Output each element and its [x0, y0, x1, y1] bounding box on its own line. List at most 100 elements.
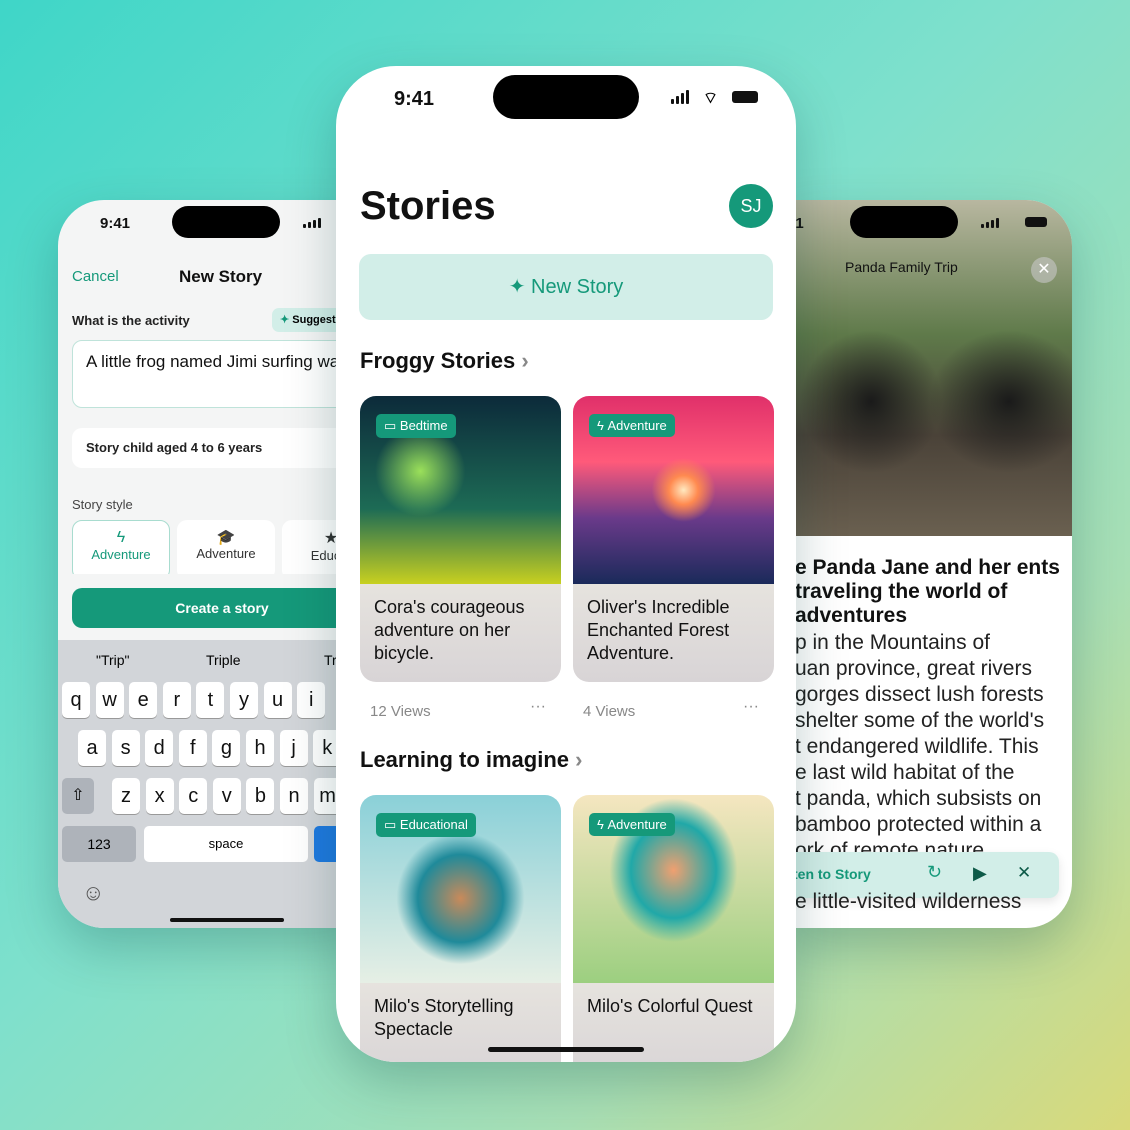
style-option-adventure-selected[interactable]: ϟ Adventure	[72, 520, 170, 580]
story-illustration	[785, 200, 1072, 536]
story-card[interactable]: ϟ Adventure Milo's Colorful Quest	[573, 795, 774, 1062]
body-line: gorges dissect lush forests	[795, 683, 1044, 706]
signal-icon	[303, 218, 321, 228]
key[interactable]: a	[78, 730, 106, 766]
page-title: Stories	[360, 184, 496, 228]
style-label: Story style	[72, 497, 133, 512]
key[interactable]: r	[162, 682, 191, 718]
replay-icon[interactable]: ↻	[927, 862, 942, 883]
close-icon[interactable]: ✕	[1031, 257, 1057, 283]
key[interactable]: n	[280, 778, 308, 814]
body-line: t panda, which subsists on	[795, 787, 1042, 810]
key[interactable]: e	[129, 682, 158, 718]
story-reader-phone: 41 Panda Family Trip ✕ e Panda Jane and …	[785, 200, 1072, 928]
emoji-icon[interactable]: ☺	[82, 880, 104, 906]
key[interactable]: y	[230, 682, 258, 718]
body-line: t endangered wildlife. This	[795, 735, 1039, 758]
create-story-button[interactable]: Create a story	[72, 588, 368, 628]
home-indicator	[488, 1047, 644, 1052]
section-title-text: Learning to imagine	[360, 747, 570, 772]
shift-key[interactable]: ⇧	[62, 778, 94, 814]
activity-label: What is the activity	[72, 313, 190, 328]
key[interactable]: d	[145, 730, 174, 766]
new-story-button[interactable]: ✦ New Story	[359, 254, 773, 320]
keyboard: "Trip" Triple Tr qwertyuiasdfghjkzxcvbnm…	[58, 640, 368, 928]
style-label-text: Adventure	[91, 547, 151, 562]
new-story-label: New Story	[531, 276, 624, 298]
bed-icon: ▭	[384, 817, 400, 832]
key[interactable]: s	[111, 730, 140, 766]
key[interactable]: t	[196, 682, 225, 718]
key[interactable]: v	[212, 778, 241, 814]
badge: ϟ Adventure	[589, 414, 675, 437]
activity-input[interactable]: A little frog named Jimi surfing wa	[72, 340, 368, 408]
body-line: uan province, great rivers	[795, 657, 1032, 680]
suggest-label: Suggest	[292, 314, 336, 326]
badge: ▭ Bedtime	[376, 414, 456, 438]
battery-icon	[732, 91, 758, 103]
style-option-adventure[interactable]: 🎓 Adventure	[177, 520, 275, 580]
key[interactable]: i	[297, 682, 326, 718]
key[interactable]: w	[95, 682, 124, 718]
suggestion[interactable]: Tr	[324, 652, 337, 668]
views-count: 4 Views	[583, 703, 636, 720]
chevron-right-icon: ›	[521, 348, 529, 373]
dynamic-island	[493, 75, 639, 119]
home-indicator	[170, 918, 284, 922]
age-field[interactable]: Story child aged 4 to 6 years	[72, 428, 368, 468]
key[interactable]: x	[145, 778, 174, 814]
key[interactable]: b	[246, 778, 275, 814]
key[interactable]: h	[246, 730, 274, 766]
views-count: 12 Views	[370, 703, 431, 720]
story-caption: Cora's courageous adventure on her bicyc…	[360, 584, 561, 682]
status-time: 9:41	[394, 88, 435, 110]
numbers-key[interactable]: 123	[62, 826, 136, 862]
story-body-continued: e little-visited wilderness	[795, 890, 1022, 913]
nav-title: New Story	[179, 267, 263, 286]
battery-icon	[1025, 217, 1047, 227]
wifi-icon: ⌔	[703, 90, 719, 107]
chevron-right-icon: ›	[575, 747, 583, 772]
story-body: p in the Mountains of uan province, great…	[795, 630, 1044, 864]
suggestion[interactable]: "Trip"	[96, 652, 130, 668]
signal-icon	[981, 218, 999, 228]
key[interactable]: g	[212, 730, 241, 766]
badge: ϟ Adventure	[589, 813, 675, 836]
sparkle-icon: ✦	[508, 276, 532, 298]
cancel-button[interactable]: Cancel	[72, 268, 119, 285]
new-story-phone: 9:41 Cancel New Story What is the activi…	[58, 200, 368, 928]
key[interactable]: f	[178, 730, 207, 766]
space-key[interactable]: space	[144, 826, 308, 862]
bed-icon: ▭	[384, 418, 400, 433]
body-line: p in the Mountains of	[795, 631, 990, 654]
close-player-icon[interactable]: ✕	[1017, 863, 1031, 883]
key[interactable]: z	[112, 778, 140, 814]
story-card[interactable]: ϟ Adventure Oliver's Incredible Enchante…	[573, 396, 774, 682]
signal-icon	[671, 90, 689, 104]
bolt-icon: ϟ	[597, 817, 608, 832]
key[interactable]: j	[279, 730, 308, 766]
section-title-learning[interactable]: Learning to imagine ›	[360, 747, 582, 773]
listen-label[interactable]: ten to Story	[793, 866, 871, 882]
story-card[interactable]: ▭ Bedtime Cora's courageous adventure on…	[360, 396, 561, 682]
stories-phone: 9:41 ⌔ Stories SJ ✦ New Story Froggy Sto…	[336, 66, 796, 1062]
bolt-icon: ϟ	[597, 418, 608, 433]
key[interactable]: u	[263, 682, 292, 718]
key[interactable]: q	[62, 682, 90, 718]
section-title-froggy[interactable]: Froggy Stories ›	[360, 348, 529, 374]
play-icon[interactable]: ▶	[973, 863, 987, 884]
bolt-icon: ϟ	[116, 529, 126, 546]
graduation-cap-icon: 🎓	[216, 529, 236, 546]
suggestion[interactable]: Triple	[206, 652, 241, 668]
dynamic-island	[850, 206, 958, 238]
avatar[interactable]: SJ	[729, 184, 773, 228]
key[interactable]: c	[179, 778, 208, 814]
more-icon[interactable]: ···	[530, 698, 546, 716]
style-label-text: Adventure	[196, 546, 256, 561]
story-card[interactable]: ▭ Educational Milo's Storytelling Specta…	[360, 795, 561, 1062]
more-icon[interactable]: ···	[743, 698, 759, 716]
dynamic-island	[172, 206, 280, 238]
body-line: shelter some of the world's	[795, 709, 1045, 732]
story-caption: Oliver's Incredible Enchanted Forest Adv…	[573, 584, 774, 682]
section-title-text: Froggy Stories	[360, 348, 516, 373]
